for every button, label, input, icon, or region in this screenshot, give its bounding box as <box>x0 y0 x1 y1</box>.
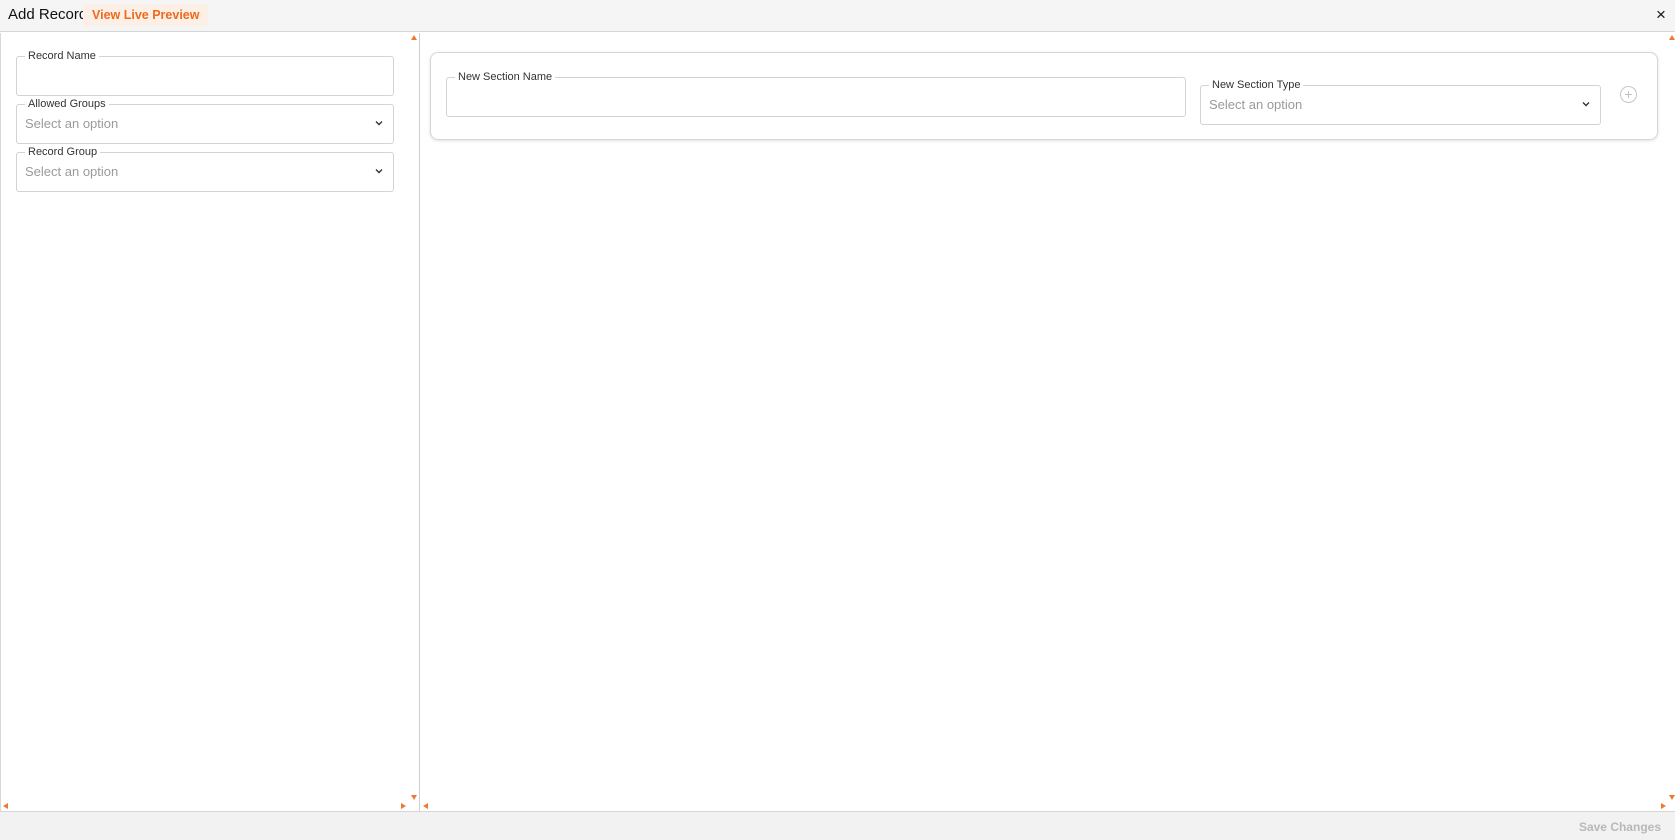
new-section-type-select[interactable]: New Section Type Select an option <box>1200 78 1601 125</box>
record-name-input[interactable] <box>17 57 393 95</box>
allowed-groups-value: Select an option <box>25 116 119 131</box>
new-section-name-field[interactable]: New Section Name <box>446 70 1186 117</box>
scroll-down-arrow-icon[interactable] <box>411 795 417 800</box>
sections-panel <box>421 33 1675 811</box>
chevron-down-icon <box>375 169 383 174</box>
dialog-footer: Save Changes <box>0 811 1675 840</box>
chevron-down-icon <box>375 121 383 126</box>
add-section-plus-circle-icon[interactable]: + <box>1620 86 1637 103</box>
scroll-left-arrow-icon[interactable] <box>3 803 8 809</box>
new-section-type-label: New Section Type <box>1209 78 1304 92</box>
scroll-down-arrow-icon[interactable] <box>1669 795 1675 800</box>
dialog-header: Add Record View Live Preview × <box>0 0 1675 32</box>
new-section-type-value: Select an option <box>1209 97 1303 112</box>
scroll-right-arrow-icon[interactable] <box>1661 803 1666 809</box>
scroll-left-arrow-icon[interactable] <box>423 803 428 809</box>
record-group-label: Record Group <box>25 145 101 159</box>
save-changes-button[interactable]: Save Changes <box>1579 820 1661 834</box>
close-icon[interactable]: × <box>1653 5 1669 25</box>
record-name-field[interactable]: Record Name <box>16 49 394 96</box>
chevron-down-icon <box>1582 102 1590 107</box>
allowed-groups-select[interactable]: Allowed Groups Select an option <box>16 97 394 144</box>
record-group-value: Select an option <box>25 164 119 179</box>
scroll-up-arrow-icon[interactable] <box>411 35 417 40</box>
record-group-select[interactable]: Record Group Select an option <box>16 145 394 192</box>
scroll-right-arrow-icon[interactable] <box>401 803 406 809</box>
new-section-name-input[interactable] <box>447 78 1185 116</box>
allowed-groups-label: Allowed Groups <box>25 97 109 111</box>
scroll-up-arrow-icon[interactable] <box>1669 35 1675 40</box>
view-live-preview-button[interactable]: View Live Preview <box>83 4 209 26</box>
dialog-title: Add Record <box>8 6 88 23</box>
